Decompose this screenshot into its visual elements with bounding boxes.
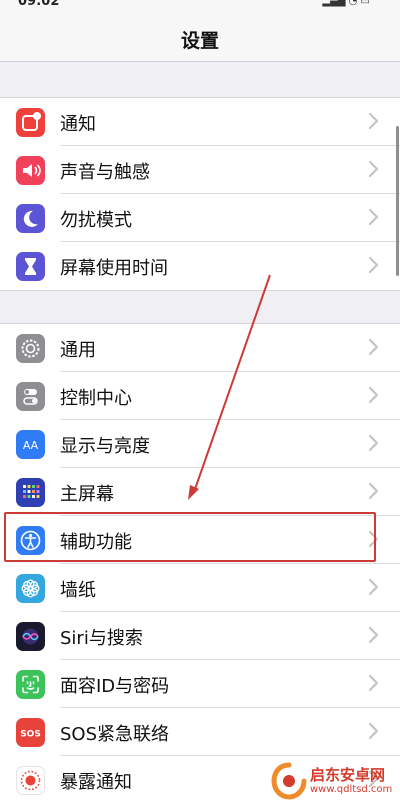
watermark-url: www.qdltsd.com [310,784,393,795]
annotation-arrow [188,274,271,500]
watermark-text: 启东安卓网 [310,766,386,784]
watermark: 启东安卓网 www.qdltsd.com [268,760,400,802]
watermark-logo-icon [271,762,307,800]
